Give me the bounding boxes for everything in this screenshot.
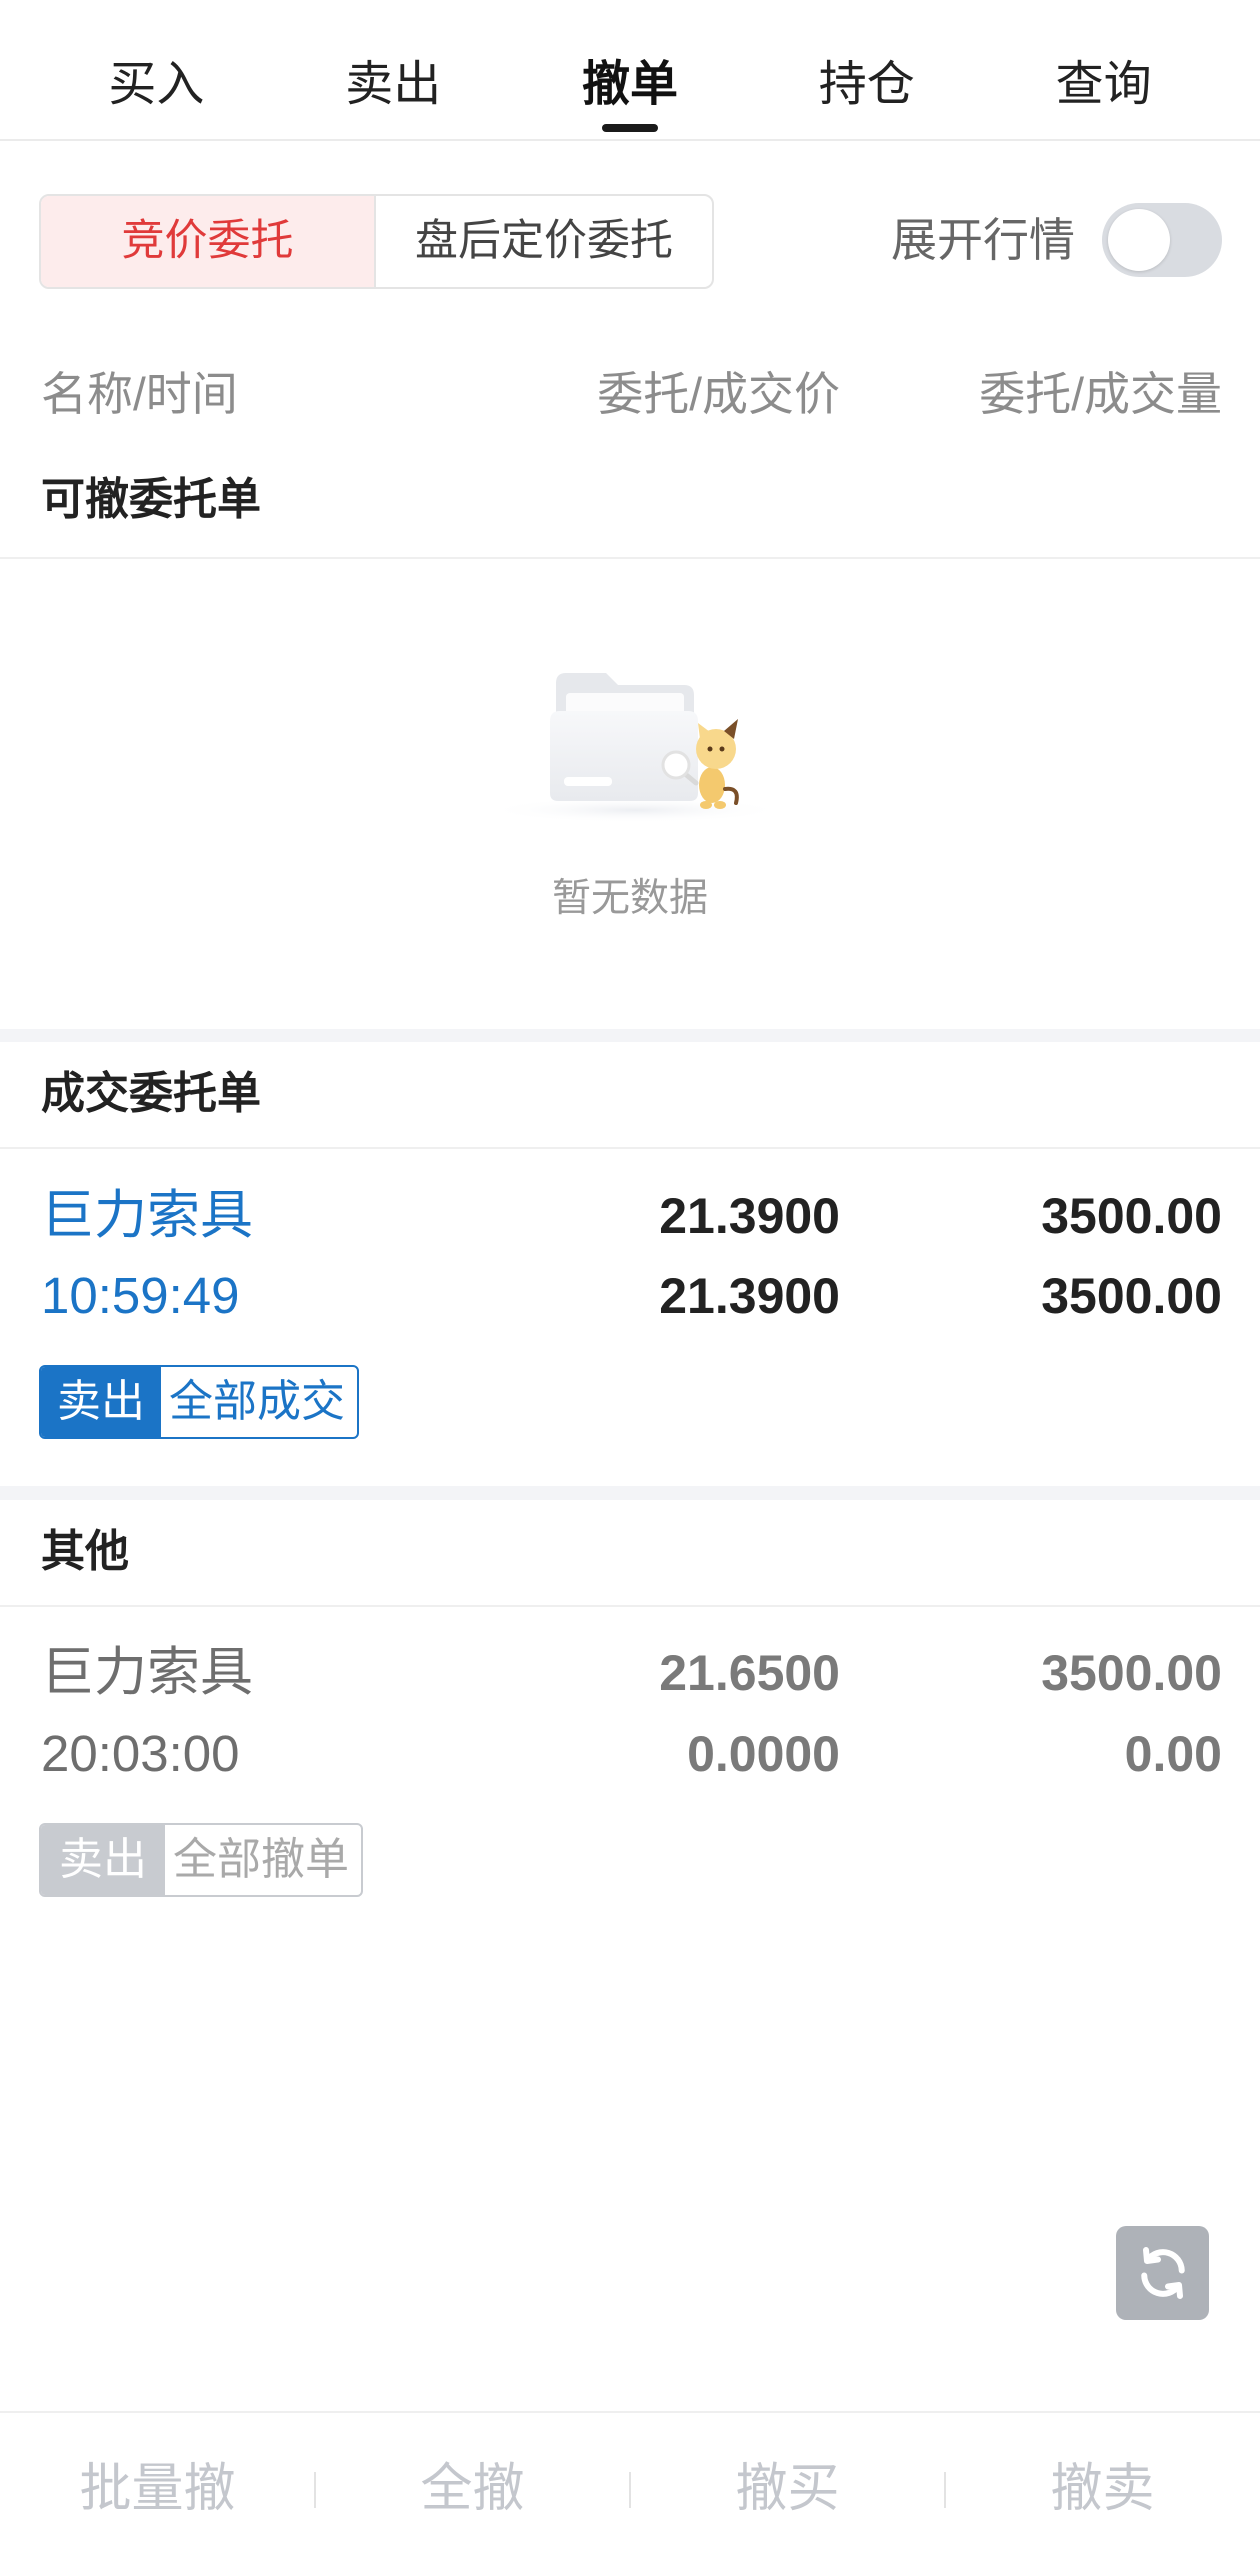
order-side-label: 卖出 — [41, 1367, 161, 1437]
segment-auction-order[interactable]: 竞价委托 — [41, 196, 376, 287]
column-header-price: 委托/成交价 — [597, 368, 840, 420]
column-header-volume: 委托/成交量 — [979, 368, 1222, 420]
order-quantity: 3500.00 — [1041, 1645, 1222, 1701]
order-price: 21.3900 — [659, 1188, 840, 1244]
tab-query[interactable]: 查询 — [985, 0, 1222, 139]
cancel-sell-button[interactable]: 撤卖 — [945, 2454, 1260, 2524]
divider — [0, 1147, 1260, 1149]
market-toggle-label: 展开行情 — [891, 214, 1075, 266]
cancel-buy-button[interactable]: 撤买 — [630, 2454, 945, 2524]
cancel-all-button[interactable]: 全撤 — [315, 2454, 630, 2524]
order-status-badge: 卖出 全部成交 — [39, 1365, 359, 1439]
cat-mascot — [696, 719, 739, 809]
tab-positions[interactable]: 持仓 — [748, 0, 985, 139]
refresh-button[interactable] — [1116, 2226, 1209, 2320]
order-time: 20:03:00 — [41, 1725, 240, 1782]
order-time: 10:59:49 — [41, 1267, 240, 1324]
order-status-badge: 卖出 全部撤单 — [39, 1823, 363, 1897]
column-header-name-time: 名称/时间 — [41, 368, 238, 420]
section-separator — [0, 1029, 1260, 1042]
bottom-bar-separator — [944, 2472, 946, 2508]
active-tab-indicator — [601, 124, 658, 132]
segment-after-hours-fixed-price-order[interactable]: 盘后定价委托 — [376, 196, 712, 287]
tab-label: 查询 — [1055, 58, 1152, 111]
tab-label: 卖出 — [345, 58, 442, 111]
bottom-bar-divider — [0, 2411, 1260, 2413]
order-status-label: 全部成交 — [169, 1377, 345, 1426]
bottom-bar-separator — [314, 2472, 316, 2508]
section-title-filled: 成交委托单 — [41, 1069, 261, 1118]
order-type-segmented-control: 竞价委托 盘后定价委托 — [39, 194, 714, 289]
tab-label: 撤单 — [581, 58, 678, 111]
refresh-icon — [1140, 2246, 1185, 2300]
stock-name: 巨力索具 — [41, 1643, 253, 1702]
deal-quantity: 0.00 — [1124, 1726, 1222, 1782]
order-status-label: 全部撤单 — [173, 1835, 349, 1884]
folder-shape — [550, 673, 698, 801]
toggle-knob — [1108, 209, 1170, 271]
section-separator — [0, 1486, 1260, 1500]
deal-price: 0.0000 — [687, 1726, 840, 1782]
order-price: 21.6500 — [659, 1645, 840, 1701]
stock-name: 巨力索具 — [41, 1186, 253, 1245]
deal-price: 21.3900 — [659, 1268, 840, 1324]
tab-sell[interactable]: 卖出 — [275, 0, 512, 139]
batch-cancel-button[interactable]: 批量撤 — [0, 2454, 315, 2524]
divider — [0, 557, 1260, 559]
tab-label: 持仓 — [818, 58, 915, 111]
order-side-label: 卖出 — [41, 1825, 165, 1895]
tab-bar-divider — [0, 139, 1260, 141]
tab-buy[interactable]: 买入 — [38, 0, 275, 139]
section-title-other: 其他 — [41, 1527, 129, 1576]
market-toggle[interactable] — [1102, 203, 1222, 277]
tab-label: 买入 — [108, 58, 205, 111]
deal-quantity: 3500.00 — [1041, 1268, 1222, 1324]
tab-cancel-order[interactable]: 撤单 — [512, 0, 749, 139]
divider — [0, 1605, 1260, 1607]
top-tab-bar: 买入 卖出 撤单 持仓 查询 — [38, 0, 1222, 139]
section-title-cancelable: 可撤委托单 — [41, 475, 261, 524]
order-quantity: 3500.00 — [1041, 1188, 1222, 1244]
empty-state-text: 暂无数据 — [551, 877, 708, 920]
bottom-bar-separator — [629, 2472, 631, 2508]
empty-folder-illustration — [485, 673, 785, 823]
